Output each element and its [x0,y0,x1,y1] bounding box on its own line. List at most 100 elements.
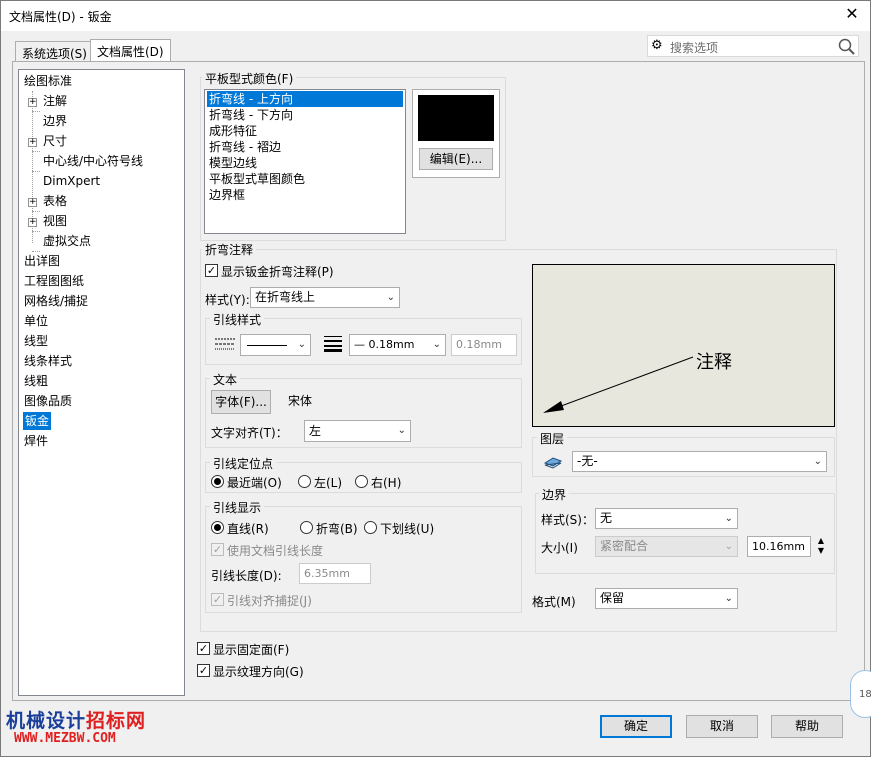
anchor-right-radio[interactable] [355,475,368,488]
style-label: 样式(Y): [205,293,250,307]
format-select[interactable]: 保留 ⌄ [595,588,738,609]
tree-item-centerlines[interactable]: 中心线/中心符号线 [43,152,143,170]
anchor-nearest-label: 最近端(O) [227,476,282,490]
tree-item-weldments[interactable]: 焊件 [24,432,48,450]
leader-straight-label: 直线(R) [227,522,269,536]
list-item[interactable]: 折弯线 - 上方向 [207,91,403,107]
snap-checkbox[interactable]: ✓ [211,593,224,606]
tab-document-properties[interactable]: 文档属性(D) [90,39,171,62]
line-style-select[interactable]: ⌄ [240,334,311,356]
flat-pattern-color-list[interactable]: 折弯线 - 上方向 折弯线 - 下方向 成形特征 折弯线 - 褶边 模型边线 平… [204,89,406,234]
font-button[interactable]: 字体(F)... [211,390,271,414]
leader-display-label: 引线显示 [210,499,265,516]
use-doc-length-label: 使用文档引线长度 [227,544,324,558]
tree-item-borders[interactable]: 边界 [43,112,67,130]
show-fixed-face-label: 显示固定面(F) [213,643,290,657]
style-select[interactable]: 在折弯线上 ⌄ [250,287,400,308]
format-label: 格式(M) [532,595,576,609]
tree-item-detailing[interactable]: 出详图 [24,252,60,270]
anchor-nearest-radio[interactable] [211,475,224,488]
show-grain-checkbox[interactable]: ✓ [197,664,210,677]
show-grain-label: 显示纹理方向(G) [213,665,304,679]
edge-badge: 18 [850,670,871,718]
border-size-input[interactable]: 10.16mm [747,536,811,557]
border-group [535,493,835,574]
leader-bent-label: 折弯(B) [316,522,358,536]
tree-item-grid-snap[interactable]: 网格线/捕捉 [24,292,88,310]
anchor-left-radio[interactable] [298,475,311,488]
preview-note-text: 注释 [696,352,732,373]
layer-icon [543,457,563,469]
color-swatch [418,95,494,141]
custom-thickness-input[interactable]: 0.18mm [451,334,517,356]
search-icon[interactable] [838,38,856,55]
anchor-left-label: 左(L) [314,476,343,490]
line-thickness-select[interactable]: — 0.18mm ⌄ [349,334,446,356]
expand-icon[interactable]: + [28,98,37,107]
help-button[interactable]: 帮助 [771,715,843,738]
tree-item-units[interactable]: 单位 [24,312,48,330]
search-box[interactable]: ⚙ 搜索选项 [647,35,859,57]
bend-notes-label: 折弯注释 [202,241,257,258]
show-bend-notes-checkbox[interactable]: ✓ [205,264,218,277]
spinner-icon[interactable]: ▲ ▼ [815,536,827,557]
expand-icon[interactable]: + [28,138,37,147]
list-item[interactable]: 模型边线 [207,155,257,171]
expand-icon[interactable]: + [28,198,37,207]
border-size-select[interactable]: 紧密配合 ⌄ [595,536,738,557]
title-bar [1,1,870,31]
tab-system-options[interactable]: 系统选项(S) [15,41,94,62]
tree-item-drafting-standard[interactable]: 绘图标准 [24,72,72,90]
anchor-right-label: 右(H) [371,476,402,490]
gear-icon[interactable]: ⚙ [651,38,663,53]
options-tree[interactable]: 绘图标准 + 注解 边界 + 尺寸 中心线/中心符号线 DimXpert + 表… [18,69,185,696]
tree-item-line-thickness[interactable]: 线粗 [24,372,48,390]
layer-select[interactable]: -无- ⌄ [572,451,827,472]
tree-item-line-style[interactable]: 线条样式 [24,352,72,370]
leader-straight-radio[interactable] [211,521,224,534]
text-align-label: 文字对齐(T)： [211,426,288,440]
line-style-icon [215,338,235,350]
leader-bent-radio[interactable] [300,521,313,534]
font-name: 宋体 [288,394,313,408]
show-fixed-face-checkbox[interactable]: ✓ [197,642,210,655]
show-bend-notes-label: 显示钣金折弯注释(P) [221,265,334,279]
leader-length-input[interactable]: 6.35mm [299,563,371,584]
list-item[interactable]: 边界框 [207,187,245,203]
tree-item-views[interactable]: 视图 [43,212,67,230]
close-icon[interactable]: ✕ [842,3,862,25]
border-style-label: 样式(S)： [541,513,594,527]
expand-icon[interactable]: + [28,218,37,227]
text-align-select[interactable]: 左 ⌄ [304,420,411,442]
layer-label: 图层 [537,430,568,447]
cancel-button[interactable]: 取消 [686,715,758,738]
use-doc-length-checkbox[interactable]: ✓ [211,543,224,556]
list-item[interactable]: 折弯线 - 下方向 [207,107,293,123]
tree-item-image-quality[interactable]: 图像品质 [24,392,72,410]
leader-length-label: 引线长度(D): [211,569,282,583]
border-style-select[interactable]: 无 ⌄ [595,508,738,529]
tree-item-dimensions[interactable]: 尺寸 [43,132,67,150]
search-placeholder: 搜索选项 [670,41,719,55]
text-group-label: 文本 [210,371,241,388]
watermark-url: WWW.MEZBW.COM [14,731,116,746]
list-item[interactable]: 平板型式草图颜色 [207,171,305,187]
window-title: 文档属性(D) - 钣金 [9,10,112,24]
leader-underline-radio[interactable] [364,521,377,534]
list-item[interactable]: 成形特征 [207,123,257,139]
edit-color-button[interactable]: 编辑(E)... [419,148,493,170]
tree-item-drawing-sheets[interactable]: 工程图图纸 [24,272,84,290]
tree-item-dimxpert[interactable]: DimXpert [43,172,100,190]
border-size-label: 大小(I) [541,541,578,555]
leader-style-label: 引线样式 [210,311,265,328]
ok-button[interactable]: 确定 [600,715,672,738]
leader-underline-label: 下划线(U) [380,522,435,536]
tree-item-sheet-metal[interactable]: 钣金 [23,412,52,430]
tree-item-line-font[interactable]: 线型 [24,332,48,350]
tree-item-virtual-sharps[interactable]: 虚拟交点 [43,232,91,250]
tree-item-tables[interactable]: 表格 [43,192,67,210]
leader-anchor-label: 引线定位点 [210,455,277,472]
list-item[interactable]: 折弯线 - 褶边 [207,139,281,155]
line-thickness-icon [324,336,342,352]
tree-item-annotations[interactable]: 注解 [43,92,67,110]
